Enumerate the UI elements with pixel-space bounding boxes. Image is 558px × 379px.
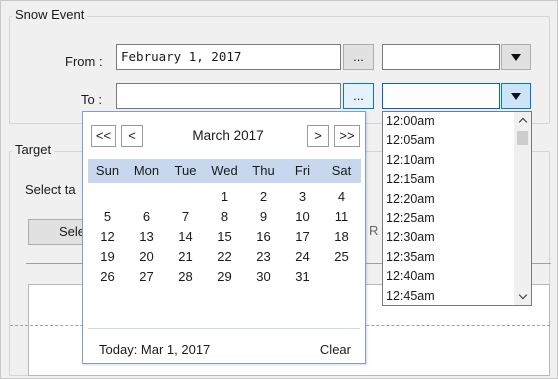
calendar-day[interactable]: 4 [322,187,361,207]
calendar-week-row: 26 27 28 29 30 31 [88,267,361,287]
calendar-day[interactable] [166,187,205,207]
time-dropdown-list[interactable]: 12:00am 12:05am 12:10am 12:15am 12:20am … [382,111,532,306]
calendar-day[interactable]: 7 [166,207,205,227]
weekday-label: Sat [331,163,352,178]
calendar-day[interactable]: 16 [244,227,283,247]
from-label: From : [65,54,103,69]
select-target-text: Select ta [25,182,76,197]
snow-event-legend: Snow Event [12,7,88,22]
calendar-footer-divider [88,328,360,329]
time-option[interactable]: 12:15am [383,170,531,189]
chevron-down-icon[interactable] [514,288,531,305]
calendar-day[interactable] [322,267,361,287]
calendar-clear-link[interactable]: Clear [320,342,351,357]
time-list-scrollbar[interactable] [514,112,531,305]
to-time-input[interactable] [382,83,500,109]
time-option[interactable]: 12:35am [383,248,531,267]
calendar-day[interactable]: 15 [205,227,244,247]
calendar-day[interactable]: 1 [205,187,244,207]
calendar-week-row: 5 6 7 8 9 10 11 [88,207,361,227]
time-option[interactable]: 12:30am [383,228,531,247]
calendar-day[interactable]: 2 [244,187,283,207]
weekday-label: Thu [252,163,275,178]
calendar-day[interactable]: 24 [283,247,322,267]
calendar-day[interactable]: 12 [88,227,127,247]
to-date-input[interactable] [116,83,341,109]
triangle-down-icon [511,53,521,61]
weekday-label: Fri [294,163,311,178]
weekday-header-row: Sun Mon Tue Wed Thu Fri Sat [88,159,361,183]
time-option[interactable]: 12:00am [383,112,531,131]
calendar-header: << < March 2017 > >> [83,112,365,156]
partial-label: R [369,223,379,238]
from-time-input[interactable] [382,44,500,70]
calendar-day[interactable]: 25 [322,247,361,267]
calendar-month-year: March 2017 [192,128,264,143]
chevron-up-icon[interactable] [514,112,531,129]
calendar-day[interactable]: 11 [322,207,361,227]
calendar-day[interactable]: 26 [88,267,127,287]
next-year-button[interactable]: >> [334,125,360,147]
calendar-grid: Sun Mon Tue Wed Thu Fri Sat 1 2 3 4 5 6 … [88,159,361,287]
calendar-week-row: 12 13 14 15 16 17 18 [88,227,361,247]
next-month-button[interactable]: > [307,125,329,147]
calendar-day[interactable]: 30 [244,267,283,287]
time-option[interactable]: 12:10am [383,151,531,170]
triangle-down-icon [511,92,521,100]
calendar-day[interactable]: 3 [283,187,322,207]
calendar-day[interactable]: 21 [166,247,205,267]
time-option[interactable]: 12:25am [383,209,531,228]
calendar-day[interactable]: 17 [283,227,322,247]
weekday-label: Sun [95,163,120,178]
to-time-dropdown-button[interactable] [501,83,531,109]
calendar-week-row: 1 2 3 4 [88,187,361,207]
calendar-day[interactable]: 22 [205,247,244,267]
calendar-day[interactable]: 31 [283,267,322,287]
from-time-dropdown-button[interactable] [501,44,531,70]
from-date-input[interactable]: February 1, 2017 [116,44,341,70]
weekday-label: Tue [174,163,197,178]
weekday-label: Mon [133,163,160,178]
time-option[interactable]: 12:45am [383,287,531,306]
calendar-day[interactable]: 8 [205,207,244,227]
calendar-day[interactable]: 28 [166,267,205,287]
calendar-today-link[interactable]: Today: Mar 1, 2017 [99,342,210,357]
time-option[interactable]: 12:05am [383,131,531,150]
prev-month-button[interactable]: < [121,125,143,147]
scrollbar-thumb[interactable] [517,131,528,145]
calendar-day[interactable] [127,187,166,207]
calendar-day[interactable]: 6 [127,207,166,227]
app-window: Snow Event From : February 1, 2017 ... T… [0,0,558,379]
from-date-picker-button[interactable]: ... [343,44,374,70]
time-option[interactable]: 12:20am [383,190,531,209]
calendar-day[interactable]: 27 [127,267,166,287]
calendar-day[interactable] [88,187,127,207]
to-date-picker-button[interactable]: ... [343,83,374,109]
target-legend: Target [12,142,55,157]
time-option[interactable]: 12:40am [383,267,531,286]
calendar-day[interactable]: 14 [166,227,205,247]
calendar-day[interactable]: 13 [127,227,166,247]
calendar-day[interactable]: 20 [127,247,166,267]
prev-year-button[interactable]: << [91,125,116,147]
calendar-day[interactable]: 18 [322,227,361,247]
to-label: To : [81,92,102,107]
calendar-day[interactable]: 23 [244,247,283,267]
calendar-day[interactable]: 5 [88,207,127,227]
calendar-day[interactable]: 29 [205,267,244,287]
weekday-label: Wed [211,163,238,178]
calendar-day[interactable]: 10 [283,207,322,227]
calendar-day[interactable]: 9 [244,207,283,227]
calendar-popup[interactable]: << < March 2017 > >> Sun Mon Tue Wed Thu… [82,111,366,364]
calendar-day[interactable]: 19 [88,247,127,267]
calendar-week-row: 19 20 21 22 23 24 25 [88,247,361,267]
